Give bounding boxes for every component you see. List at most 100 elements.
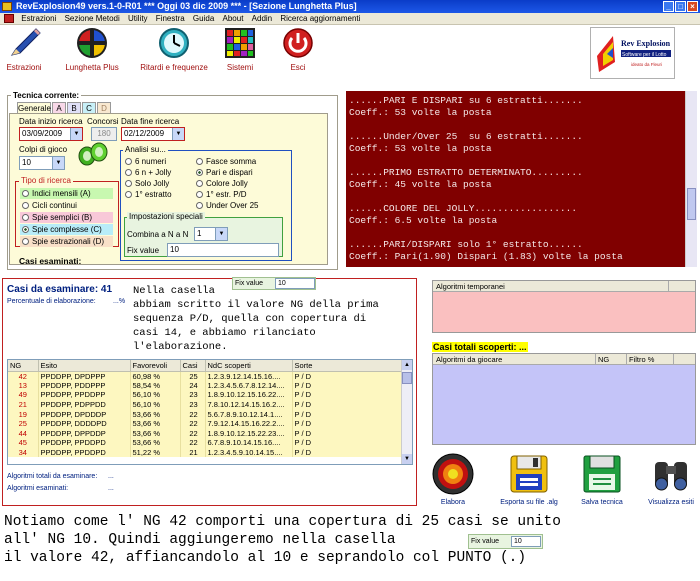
esci-button[interactable]: Esci (280, 27, 316, 72)
col-ng[interactable]: NG (8, 360, 39, 372)
menu-estrazioni[interactable]: Estrazioni (18, 13, 59, 25)
menu-utility[interactable]: Utility (125, 13, 151, 25)
table-cell: 22 (180, 428, 206, 439)
analisi-6n-jolly[interactable]: 6 n + Jolly (125, 168, 171, 177)
chevron-down-icon[interactable]: ▼ (52, 157, 64, 169)
data-inizio-combo[interactable]: 03/09/2009 ▼ (19, 127, 83, 141)
table-cell: 6.7.8.9.10.14.15.16.... (205, 438, 293, 448)
tipo-indici-mensili[interactable]: Indici mensili (A) (20, 188, 113, 199)
table-cell: P / D (292, 399, 403, 410)
col-filtro[interactable]: Filtro % (626, 354, 654, 365)
analisi-1-estr-pd-label: 1° estr. P/D (206, 190, 247, 199)
analisi-1-estratto[interactable]: 1° estratto (125, 190, 172, 199)
maximize-button[interactable]: □ (675, 1, 686, 12)
caption-line-1: Notiamo come l' NG 42 comporti una coper… (4, 514, 561, 530)
radio-icon (22, 214, 29, 221)
data-fine-combo[interactable]: 02/12/2009 ▼ (121, 127, 185, 141)
salva-tecnica-button[interactable]: Salva tecnica (575, 452, 629, 506)
tipo-indici-mensili-label: Indici mensili (A) (32, 189, 91, 198)
tab-a[interactable]: A (52, 102, 66, 113)
tab-c[interactable]: C (82, 102, 96, 113)
fixvalue-label: Fix value (127, 246, 160, 255)
esporta-button[interactable]: Esporta su file .alg (495, 452, 563, 506)
mdi-child-icon[interactable] (4, 14, 14, 23)
tab-d[interactable]: D (97, 102, 111, 113)
table-row[interactable]: 34 PPDDPP, PPDDPD 51,22 % 21 1.2.3.4.5.9.10.… (8, 447, 403, 458)
analisi-6-numeri[interactable]: 6 numeri (125, 157, 166, 166)
col-algoritmi[interactable]: Algoritmi da giocare (433, 355, 502, 364)
analisi-under-over[interactable]: Under Over 25 (196, 201, 258, 210)
visualizza-esiti-button[interactable]: Visualizza esiti (643, 452, 699, 506)
menu-finestra[interactable]: Finestra (153, 13, 188, 25)
elabora-label: Elabora (440, 499, 466, 506)
analisi-solo-jolly[interactable]: Solo Jolly (125, 179, 169, 188)
table-row[interactable]: 49 PPDDPP, PPDDPP 56,10 % 23 1.8.9.10.12.15.… (8, 390, 403, 400)
chevron-down-icon[interactable]: ▼ (172, 128, 184, 140)
tipo-spie-estrazionali[interactable]: Spie estrazionali (D) (20, 236, 113, 247)
table-row[interactable]: 25 PPDDPP, DDDDPD 53,66 % 22 7.9.12.14.15.16… (8, 418, 403, 429)
binoculars-icon[interactable] (77, 142, 109, 170)
col-sorte[interactable]: Sorte (292, 360, 403, 372)
table-row[interactable]: 44 PPDDPP, DPPDDP 53,66 % 22 1.8.9.10.12.15.… (8, 428, 403, 439)
table-row[interactable]: 21 PPDDPP, PDPPDD 56,10 % 23 7.8.10.12.14.15… (8, 399, 403, 410)
tipo-cicli-continui[interactable]: Cicli continui (20, 200, 113, 211)
chevron-down-icon[interactable]: ▼ (70, 128, 82, 140)
algoritmi-da-giocare-list[interactable]: Algoritmi da giocare NG Filtro % (432, 353, 696, 445)
menu-addin[interactable]: Addin (249, 13, 275, 25)
scroll-thumb[interactable] (402, 372, 412, 384)
table-row[interactable]: 19 PPDDPP, DPDDDP 53,66 % 22 5.6.7.8.9.10.12… (8, 409, 403, 419)
table-row[interactable]: 13 PPDDPP, PDDPPP 58,54 % 24 1.2.3.4.5.6.7.8… (8, 380, 403, 391)
colpi-combo[interactable]: 10 ▼ (19, 156, 65, 170)
menu-ricerca-aggiornamenti[interactable]: Ricerca aggiornamenti (277, 13, 363, 25)
alg-totali-value: ... (108, 473, 114, 480)
table-cell: 56,10 % (130, 399, 181, 410)
lunghetta-plus-button[interactable]: Lunghetta Plus (58, 27, 126, 72)
radio-icon (196, 158, 203, 165)
tab-b[interactable]: B (67, 102, 81, 113)
table-cell: 42 (8, 371, 39, 381)
tipo-spie-estrazionali-label: Spie estrazionali (D) (32, 237, 105, 246)
menu-guida[interactable]: Guida (190, 13, 217, 25)
combina-combo[interactable]: 1 ▼ (194, 227, 228, 241)
menu-about[interactable]: About (220, 13, 247, 25)
ritardi-frequenze-button[interactable]: Ritardi e frequenze (134, 27, 214, 72)
table-scrollbar[interactable]: ▲ ▼ (401, 360, 412, 464)
scroll-down-icon[interactable]: ▼ (402, 454, 412, 464)
col-casi[interactable]: Casi (180, 360, 206, 372)
col-ndc[interactable]: NdC scoperti (205, 360, 293, 372)
scroll-thumb[interactable] (687, 188, 696, 220)
table-cell: 1.8.9.10.12.15.16.22.... (205, 390, 293, 400)
tipo-spie-semplici[interactable]: Spie semplici (B) (20, 212, 113, 223)
col-favorevoli[interactable]: Favorevoli (130, 360, 181, 372)
radio-icon (196, 191, 203, 198)
col-ng[interactable]: NG (595, 354, 609, 365)
fixvalue-input[interactable]: 10 (167, 243, 279, 257)
elabora-button[interactable]: Elabora (430, 452, 476, 506)
tab-generale[interactable]: Generale (17, 102, 51, 113)
console-line: ......PARI/DISPARI solo 1° estratto.....… (349, 239, 583, 250)
minimize-button[interactable]: _ (663, 1, 674, 12)
analisi-solo-jolly-label: Solo Jolly (135, 179, 170, 188)
analisi-colore-jolly[interactable]: Colore Jolly (196, 179, 248, 188)
binoculars-icon (649, 452, 693, 496)
table-row[interactable]: 45 PPDDPP, PPDDPD 53,66 % 22 6.7.8.9.10.14.1… (8, 438, 403, 448)
table-cell: 53,66 % (130, 418, 181, 429)
tipo-spie-complesse[interactable]: Spie complesse (C) (20, 224, 113, 235)
algoritmi-temporanei-list[interactable]: Algoritmi temporanei (432, 280, 696, 333)
table-cell: 53,66 % (130, 409, 181, 419)
table-row[interactable]: 42 PPDDPP, DPDPPP 60,98 % 25 1.2.3.9.12.14.1… (8, 371, 403, 381)
sistemi-button[interactable]: Sistemi (222, 27, 258, 72)
menu-sezione-metodi[interactable]: Sezione Metodi (62, 13, 123, 25)
table-cell: 22 (180, 418, 206, 429)
col-esito[interactable]: Esito (38, 360, 131, 372)
analisi-fasce-somma[interactable]: Fasce somma (196, 157, 256, 166)
table-cell: 5.6.7.8.9.10.12.14.1.... (205, 409, 293, 419)
chevron-down-icon[interactable]: ▼ (215, 228, 227, 240)
scroll-up-icon[interactable]: ▲ (402, 360, 412, 370)
close-button[interactable]: × (687, 1, 698, 12)
console-scrollbar[interactable] (685, 91, 697, 267)
analisi-pari-dispari[interactable]: Pari e dispari (196, 168, 253, 177)
table-cell: 53,66 % (130, 428, 181, 439)
analisi-1-estr-pd[interactable]: 1° estr. P/D (196, 190, 247, 199)
estrazioni-button[interactable]: Estrazioni (2, 27, 46, 72)
